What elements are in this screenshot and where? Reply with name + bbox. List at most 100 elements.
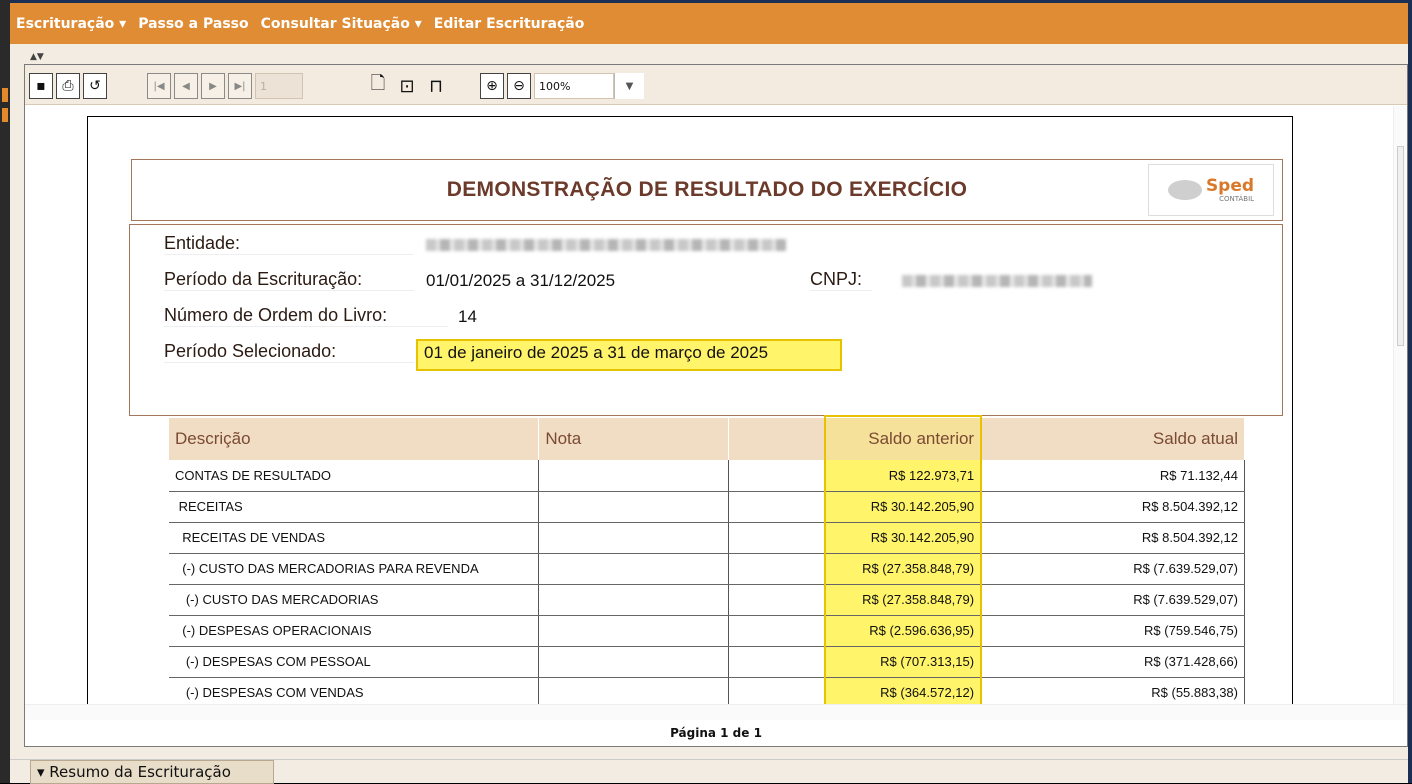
entidade-label: Entidade: (164, 233, 414, 255)
cell-saldo-anterior: R$ 30.142.205,90 (824, 491, 982, 523)
page-indicator: Página 1 de 1 (25, 720, 1407, 746)
cell-saldo-atual: R$ 8.504.392,12 (980, 491, 1245, 523)
next-page-icon[interactable]: ▶ (201, 73, 225, 99)
zoom-out-icon[interactable]: ⊖ (507, 73, 531, 99)
cell-saldo-atual: R$ (55.883,38) (980, 677, 1245, 704)
menu-passo-a-passo[interactable]: Passo a Passo (138, 16, 248, 32)
zoom-tools: ⊕ ⊖ 100% ▼ (480, 71, 644, 101)
cell-saldo-atual: R$ (7.639.529,07) (980, 584, 1245, 616)
cnpj-value-redacted (902, 275, 1092, 287)
col-empty (728, 418, 826, 460)
table-row: CONTAS DE RESULTADO R$ 122.973,71 R$ 71.13… (169, 460, 1245, 492)
zoom-select[interactable]: 100% (534, 73, 614, 99)
sped-logo-text-block: Sped CONTÁBIL (1205, 175, 1255, 203)
cnpj-label: CNPJ: (810, 269, 873, 291)
cell-empty (728, 584, 826, 616)
file-tools: ▪ ⎙ ↺ (29, 71, 110, 101)
col-saldo-anterior: Saldo anterior (824, 418, 982, 460)
resumo-escrituracao-tab[interactable]: ▾ Resumo da Escrituração (30, 760, 274, 784)
bottom-bar: ▾ Resumo da Escrituração (10, 759, 1408, 784)
col-saldo-atual: Saldo atual (980, 418, 1245, 460)
report-title: DEMONSTRAÇÃO DE RESULTADO DO EXERCÍCIO (446, 178, 968, 201)
cell-nota (538, 553, 730, 585)
first-page-icon[interactable]: |◀ (147, 73, 171, 99)
navigation-tools: |◀ ◀ ▶ ▶| 1 (147, 71, 303, 101)
cell-nota (538, 615, 730, 647)
right-border (1408, 0, 1412, 783)
cell-nota (538, 522, 730, 554)
sub-bar: ▲▼ (10, 44, 1408, 66)
cell-descricao: CONTAS DE RESULTADO (169, 460, 540, 492)
vertical-scroll-thumb[interactable] (1397, 146, 1404, 346)
single-page-icon[interactable]: 🗋 (365, 73, 391, 99)
cell-empty (728, 460, 826, 492)
cell-saldo-anterior: R$ (27.358.848,79) (824, 553, 982, 585)
chevron-down-icon[interactable]: ▼ (614, 73, 644, 99)
dre-table: Descrição Nota Saldo anterior Saldo atua… (169, 418, 1245, 704)
cell-nota (538, 460, 730, 492)
collapse-left-icon[interactable] (2, 88, 8, 102)
report-viewer: ▪ ⎙ ↺ |◀ ◀ ▶ ▶| 1 🗋 ⊡ ⊓ ⊕ ⊖ 100% ▼ DEMON… (24, 64, 1408, 747)
col-descricao: Descrição (169, 418, 540, 460)
viewer-toolbar: ▪ ⎙ ↺ |◀ ◀ ▶ ▶| 1 🗋 ⊡ ⊓ ⊕ ⊖ 100% ▼ (25, 65, 1407, 105)
cell-descricao: RECEITAS DE VENDAS (169, 522, 540, 554)
cell-saldo-atual: R$ 71.132,44 (980, 460, 1245, 492)
menu-consultar-situacao[interactable]: Consultar Situação ▾ (261, 16, 422, 32)
periodo-selecionado-label: Período Selecionado: (164, 341, 414, 363)
page-number-input[interactable]: 1 (255, 73, 303, 99)
panel-resize-icon[interactable]: ▲▼ (30, 52, 44, 62)
cell-saldo-anterior: R$ (364.572,12) (824, 677, 982, 704)
title-box: DEMONSTRAÇÃO DE RESULTADO DO EXERCÍCIO S… (131, 159, 1283, 221)
cell-empty (728, 646, 826, 678)
save-icon[interactable]: ▪ (29, 73, 53, 99)
entidade-value-redacted (426, 239, 786, 251)
cell-empty (728, 615, 826, 647)
table-row: (-) DESPESAS COM PESSOAL R$ (707.313,15) R… (169, 646, 1245, 678)
last-page-icon[interactable]: ▶| (228, 73, 252, 99)
cell-empty (728, 491, 826, 523)
page-layout-tools: 🗋 ⊡ ⊓ (365, 71, 452, 101)
menu-editar-escrituracao[interactable]: Editar Escrituração (434, 16, 585, 32)
left-panel-strip (0, 0, 10, 783)
cell-saldo-anterior: R$ 122.973,71 (824, 460, 982, 492)
horizontal-scrollbar[interactable] (25, 704, 1407, 720)
print-icon[interactable]: ⎙ (56, 73, 80, 99)
table-row: (-) CUSTO DAS MERCADORIAS R$ (27.358.848,… (169, 584, 1245, 616)
menu-escrituracao[interactable]: Escrituração ▾ (16, 16, 126, 32)
periodo-selecionado-value: 01 de janeiro de 2025 a 31 de março de 2… (424, 343, 769, 362)
vertical-scrollbar[interactable] (1393, 106, 1407, 704)
cell-descricao: RECEITAS (169, 491, 540, 523)
report-page: DEMONSTRAÇÃO DE RESULTADO DO EXERCÍCIO S… (87, 116, 1293, 704)
cell-saldo-anterior: R$ (2.596.636,95) (824, 615, 982, 647)
sped-logo-subtext: CONTÁBIL (1219, 194, 1255, 203)
cell-saldo-anterior: R$ (707.313,15) (824, 646, 982, 678)
cell-descricao: (-) DESPESAS OPERACIONAIS (169, 615, 540, 647)
cell-nota (538, 646, 730, 678)
cell-nota (538, 491, 730, 523)
page-width-icon[interactable]: ⊡ (394, 73, 420, 99)
cell-empty (728, 522, 826, 554)
zoom-in-icon[interactable]: ⊕ (480, 73, 504, 99)
cell-descricao: (-) CUSTO DAS MERCADORIAS (169, 584, 540, 616)
cell-saldo-anterior: R$ 30.142.205,90 (824, 522, 982, 554)
cell-saldo-atual: R$ (7.639.529,07) (980, 553, 1245, 585)
cell-saldo-atual: R$ (759.546,75) (980, 615, 1245, 647)
periodo-escrituracao-value: 01/01/2025 a 31/12/2025 (426, 271, 616, 290)
sped-logo-icon (1167, 180, 1202, 200)
report-canvas: DEMONSTRAÇÃO DE RESULTADO DO EXERCÍCIO S… (25, 106, 1393, 704)
table-row: (-) DESPESAS OPERACIONAIS R$ (2.596.636,9… (169, 615, 1245, 647)
menu-bar: Escrituração ▾ Passo a Passo Consultar S… (10, 0, 1408, 44)
cell-descricao: (-) CUSTO DAS MERCADORIAS PARA REVENDA (169, 553, 540, 585)
app-window: Escrituração ▾ Passo a Passo Consultar S… (0, 0, 1412, 784)
table-row: RECEITAS R$ 30.142.205,90 R$ 8.504.392,12 (169, 491, 1245, 523)
refresh-icon[interactable]: ↺ (83, 73, 107, 99)
col-nota: Nota (538, 418, 730, 460)
table-row: RECEITAS DE VENDAS R$ 30.142.205,90 R$ 8.5… (169, 522, 1245, 554)
cell-descricao: (-) DESPESAS COM VENDAS (169, 677, 540, 704)
sped-logo-text: Sped (1205, 175, 1255, 196)
full-page-icon[interactable]: ⊓ (423, 73, 449, 99)
expand-left-icon[interactable] (2, 108, 8, 122)
cell-saldo-atual: R$ (371.428,66) (980, 646, 1245, 678)
prev-page-icon[interactable]: ◀ (174, 73, 198, 99)
numero-ordem-value: 14 (458, 307, 477, 326)
